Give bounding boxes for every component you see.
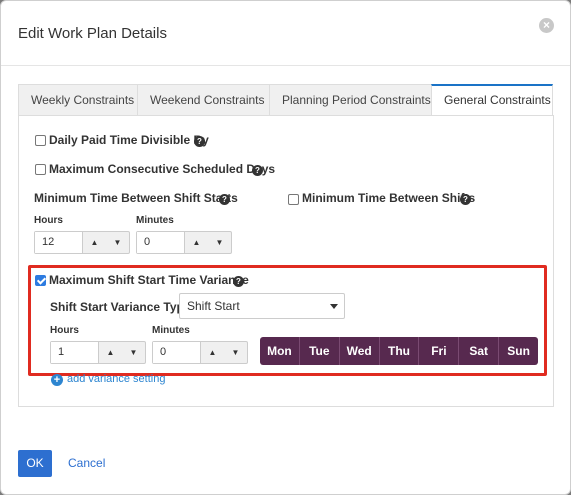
variance-minutes-label: Minutes [152,325,190,336]
increment-icon[interactable]: ▲ [83,232,106,253]
variance-hours-label: Hours [50,325,79,336]
day-tue-button[interactable]: Tue [300,337,340,365]
increment-icon[interactable]: ▲ [99,342,122,363]
max-consecutive-checkbox[interactable] [35,164,46,175]
variance-type-value: Shift Start [187,299,240,313]
max-consecutive-help-icon[interactable]: ? [252,165,263,176]
max-consecutive-label: Maximum Consecutive Scheduled Days [49,162,276,176]
hours-label: Hours [34,215,63,226]
variance-hours-input[interactable]: 1 [51,342,99,363]
min-start-minutes-stepper: 0 ▲ ▼ [136,231,232,254]
min-start-hours-input[interactable]: 12 [35,232,83,253]
daily-paid-checkbox[interactable] [35,135,46,146]
min-between-starts-label: Minimum Time Between Shift Starts [34,191,238,205]
decrement-icon[interactable]: ▼ [224,342,247,363]
tab-planning-period-constraints[interactable]: Planning Period Constraints [269,84,431,116]
edit-work-plan-dialog: Edit Work Plan Details × Weekly Constrai… [0,0,571,495]
add-variance-setting-label: add variance setting [67,373,166,385]
add-variance-setting-link[interactable]: + add variance setting [51,373,165,386]
daily-paid-label: Daily Paid Time Divisible By [49,133,209,147]
variance-hours-stepper: 1 ▲ ▼ [50,341,146,364]
decrement-icon[interactable]: ▼ [122,342,145,363]
day-selector: Mon Tue Wed Thu Fri Sat Sun [260,337,538,365]
day-sun-button[interactable]: Sun [499,337,538,365]
increment-icon[interactable]: ▲ [185,232,208,253]
day-fri-button[interactable]: Fri [419,337,460,365]
cancel-button[interactable]: Cancel [68,456,105,470]
ok-button[interactable]: OK [18,450,52,477]
max-variance-checkbox[interactable] [35,275,46,286]
tab-weekly-constraints[interactable]: Weekly Constraints [18,84,137,116]
decrement-icon[interactable]: ▼ [106,232,129,253]
variance-minutes-stepper: 0 ▲ ▼ [152,341,248,364]
header-divider [1,65,570,66]
min-between-starts-help-icon[interactable]: ? [219,194,230,205]
tab-weekend-constraints[interactable]: Weekend Constraints [137,84,269,116]
min-between-shifts-label: Minimum Time Between Shifts [302,191,476,205]
minutes-label: Minutes [136,215,174,226]
variance-type-label: Shift Start Variance Type [50,300,191,314]
close-icon[interactable]: × [539,18,554,33]
decrement-icon[interactable]: ▼ [208,232,231,253]
min-start-minutes-input[interactable]: 0 [137,232,185,253]
increment-icon[interactable]: ▲ [201,342,224,363]
plus-circle-icon: + [51,374,63,386]
min-between-shifts-checkbox[interactable] [288,194,299,205]
tab-general-constraints[interactable]: General Constraints [431,84,553,116]
min-between-shifts-help-icon[interactable]: ? [460,194,471,205]
day-thu-button[interactable]: Thu [380,337,420,365]
day-sat-button[interactable]: Sat [459,337,500,365]
day-mon-button[interactable]: Mon [260,337,300,365]
min-start-hours-stepper: 12 ▲ ▼ [34,231,130,254]
day-wed-button[interactable]: Wed [340,337,380,365]
constraint-tabs: Weekly Constraints Weekend Constraints P… [18,84,553,116]
variance-type-select[interactable]: Shift Start [179,293,345,319]
max-variance-label: Maximum Shift Start Time Variance [49,273,249,287]
daily-paid-help-icon[interactable]: ? [194,136,205,147]
variance-minutes-input[interactable]: 0 [153,342,201,363]
dialog-title: Edit Work Plan Details [18,25,167,42]
chevron-down-icon [330,304,338,309]
max-variance-help-icon[interactable]: ? [233,276,244,287]
